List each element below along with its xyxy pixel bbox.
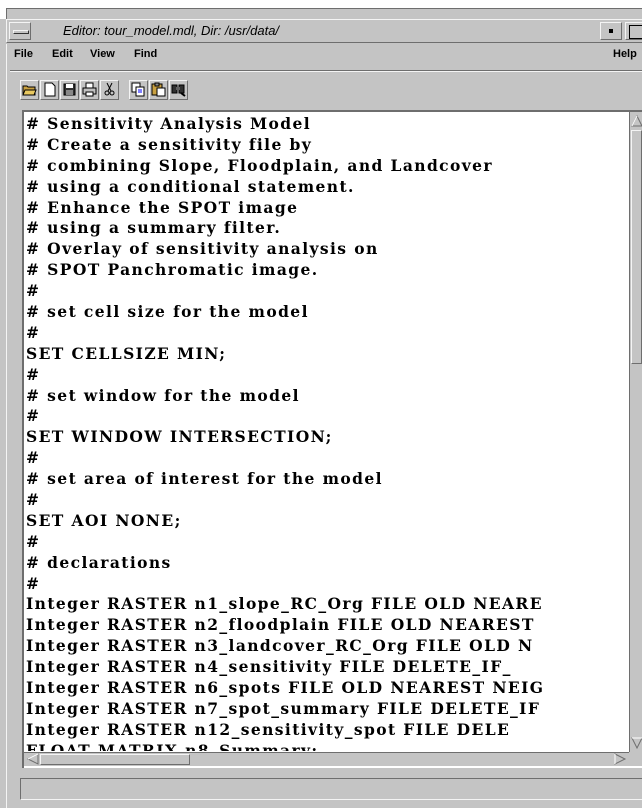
toolbar	[20, 80, 320, 104]
cut-button[interactable]	[100, 80, 119, 100]
code-line: #	[26, 406, 41, 426]
find-icon	[171, 84, 186, 97]
vertical-scroll-thumb[interactable]	[631, 130, 642, 364]
editor-window: Editor: tour_model.mdl, Dir: /usr/data/ …	[0, 0, 642, 808]
code-line: SET WINDOW INTERSECTION;	[26, 427, 333, 447]
code-line: Integer RASTER n12_sensitivity_spot FILE…	[26, 719, 511, 739]
copy-button[interactable]	[129, 80, 148, 100]
menu-find[interactable]: Find	[134, 48, 157, 60]
window-menu-button[interactable]	[9, 22, 31, 40]
code-line: # using a conditional statement.	[26, 176, 355, 196]
maximize-icon	[629, 25, 642, 39]
code-line: SET AOI NONE;	[26, 510, 182, 530]
window-title: Editor: tour_model.mdl, Dir: /usr/data/	[63, 23, 280, 38]
vertical-scrollbar[interactable]	[629, 112, 642, 752]
menu-file[interactable]: File	[14, 48, 33, 60]
horizontal-scrollbar[interactable]	[24, 752, 629, 766]
menu-edit[interactable]: Edit	[52, 48, 73, 60]
code-line: Integer RASTER n7_spot_summary FILE DELE…	[26, 698, 541, 718]
code-line: #	[26, 448, 41, 468]
print-icon	[82, 82, 97, 97]
code-line: Integer RASTER n2_floodplain FILE OLD NE…	[26, 615, 535, 635]
open-button[interactable]	[20, 80, 39, 100]
print-button[interactable]	[80, 80, 99, 100]
menu-help[interactable]: Help	[613, 48, 637, 60]
save-icon	[63, 83, 76, 96]
scroll-right-arrow-icon[interactable]	[613, 753, 627, 765]
minimize-button[interactable]	[600, 22, 622, 40]
code-line: # set window for the model	[26, 385, 300, 405]
scroll-up-arrow-icon[interactable]	[631, 114, 642, 128]
code-line: SET CELLSIZE MIN;	[26, 343, 227, 363]
menu-bar: File Edit View Find Help	[10, 44, 642, 68]
menubar-separator	[10, 70, 642, 72]
code-line: #	[26, 281, 41, 301]
title-bar[interactable]: Editor: tour_model.mdl, Dir: /usr/data/	[6, 19, 642, 43]
paste-icon	[151, 82, 166, 97]
code-line: #	[26, 322, 41, 342]
editor-pane: # Sensitivity Analysis Model # Create a s…	[22, 110, 642, 768]
code-line: # Overlay of sensitivity analysis on	[26, 239, 379, 259]
copy-icon	[131, 82, 145, 97]
code-line: # using a summary filter.	[26, 218, 282, 238]
new-document-icon	[44, 82, 56, 97]
code-line: # set area of interest for the model	[26, 469, 383, 489]
status-bar	[20, 778, 642, 800]
maximize-button[interactable]	[625, 22, 642, 40]
code-line: Integer RASTER n1_slope_RC_Org FILE OLD …	[26, 594, 543, 614]
window-menu-icon	[13, 30, 29, 34]
cut-icon	[104, 82, 115, 96]
window-frame-left	[6, 44, 7, 808]
horizontal-scroll-thumb[interactable]	[40, 754, 190, 765]
paste-button[interactable]	[149, 80, 168, 100]
minimize-icon	[609, 29, 613, 33]
code-line: # set cell size for the model	[26, 302, 309, 322]
window-frame-top	[0, 0, 642, 19]
code-line: #	[26, 490, 41, 510]
new-button[interactable]	[40, 80, 59, 100]
code-line: # declarations	[26, 552, 172, 572]
code-line: Integer RASTER n3_landcover_RC_Org FILE …	[26, 636, 534, 656]
code-line: FLOAT MATRIX n8_Summary;	[26, 740, 319, 751]
find-button[interactable]	[169, 80, 188, 100]
scroll-down-arrow-icon[interactable]	[631, 736, 642, 750]
save-button[interactable]	[60, 80, 79, 100]
code-line: # SPOT Panchromatic image.	[26, 260, 319, 280]
code-line: # Create a sensitivity file by	[26, 134, 313, 154]
scroll-left-arrow-icon[interactable]	[26, 753, 40, 765]
code-line: # combining Slope, Floodplain, and Landc…	[26, 155, 493, 175]
code-line: Integer RASTER n6_spots FILE OLD NEAREST…	[26, 678, 545, 698]
menu-view[interactable]: View	[90, 48, 115, 60]
code-line: #	[26, 573, 41, 593]
code-line: # Enhance the SPOT image	[26, 197, 299, 217]
open-folder-icon	[22, 85, 37, 96]
code-line: # Sensitivity Analysis Model	[26, 114, 312, 133]
code-text-area[interactable]: # Sensitivity Analysis Model # Create a s…	[26, 114, 626, 751]
code-line: #	[26, 364, 41, 384]
scrollbar-corner	[629, 752, 642, 766]
code-line: #	[26, 531, 41, 551]
code-line: Integer RASTER n4_sensitivity FILE DELET…	[26, 657, 512, 677]
